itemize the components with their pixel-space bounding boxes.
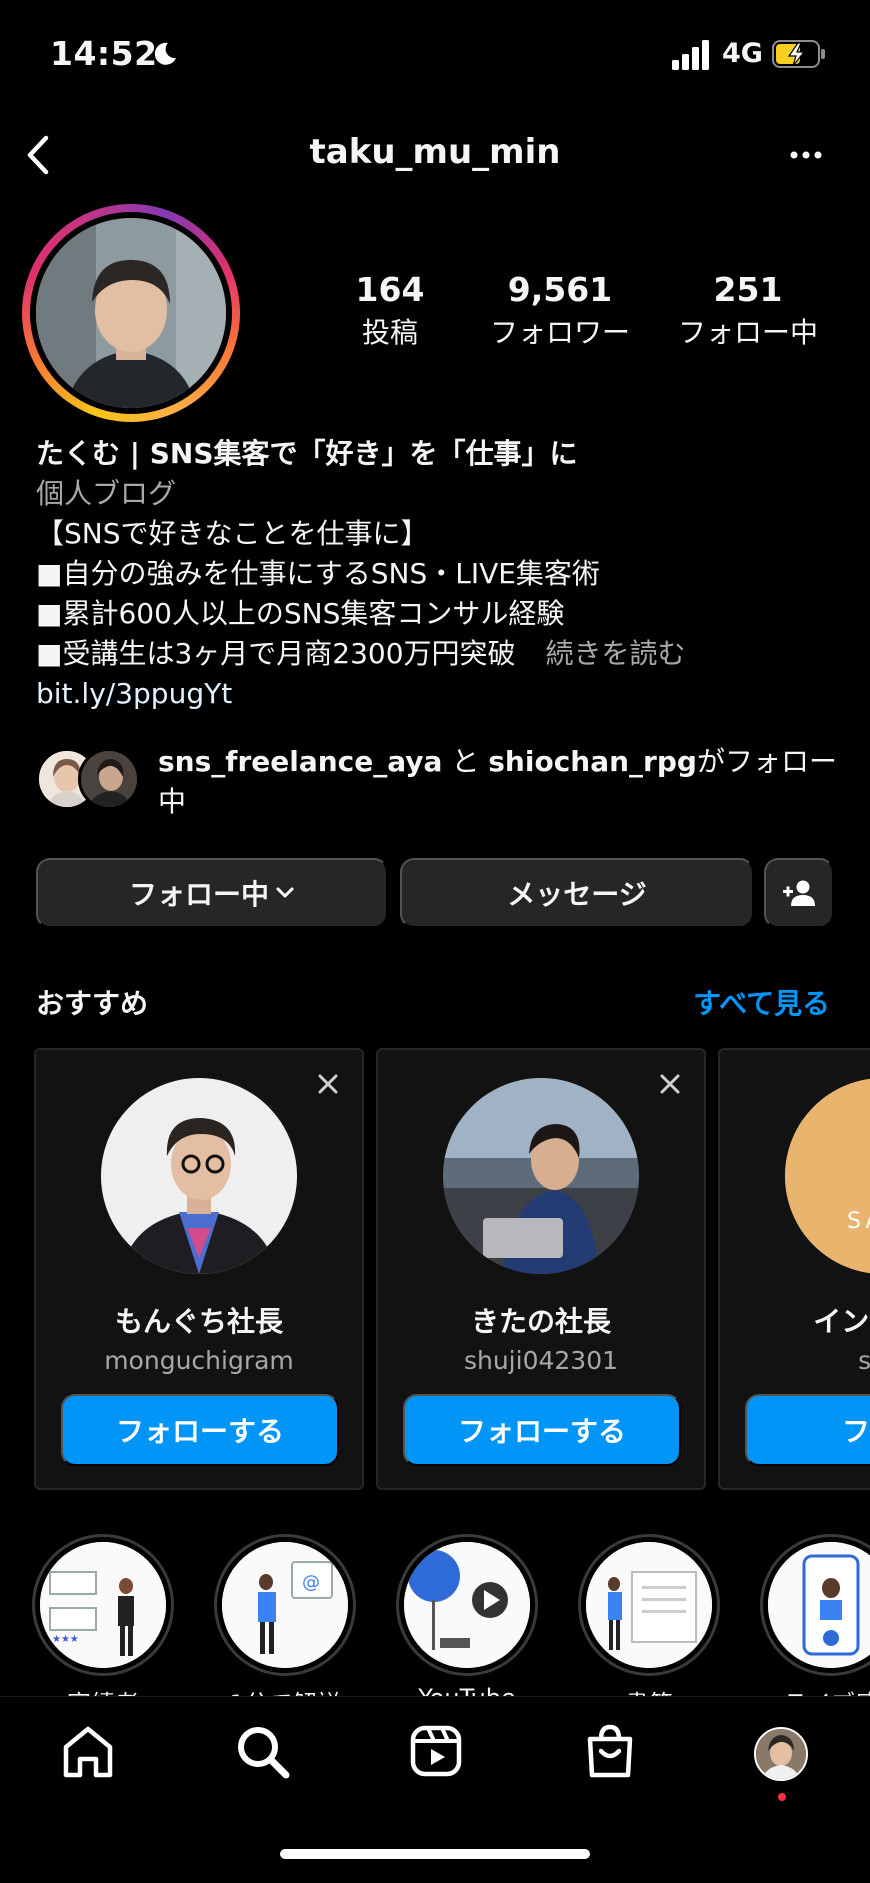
suggestion-handle: monguchigram xyxy=(104,1346,294,1375)
following-button-label: フォロー中 xyxy=(128,878,269,911)
story-highlights: ★★★ 実績者 @ 1分で解説 YouTube xyxy=(30,1534,870,1696)
search-icon[interactable] xyxy=(232,1721,292,1781)
mutual-connector: と xyxy=(451,745,480,778)
highlight-label: 実績者 xyxy=(30,1684,194,1696)
highlight-item[interactable]: @ 1分で解説 xyxy=(214,1534,356,1696)
profile-avatar xyxy=(36,218,226,408)
svg-text:★★★: ★★★ xyxy=(52,1634,79,1645)
follow-button[interactable]: フォローする xyxy=(403,1394,681,1466)
highlight-label: 書籍 xyxy=(558,1684,740,1696)
stat-posts-label: 投稿 xyxy=(361,316,418,349)
profile-bio: たくむ | SNS集客で「好き」を「仕事」に 個人ブログ 【SNSで好きなことを… xyxy=(36,434,846,714)
moon-icon xyxy=(154,42,176,65)
profile-actions: フォロー中 メッセージ xyxy=(36,858,834,928)
highlight-label: ライブ感 xyxy=(740,1684,870,1696)
shop-icon[interactable] xyxy=(580,1721,640,1781)
suggest-users-button[interactable] xyxy=(764,858,834,928)
stat-following[interactable]: 251 フォロー中 xyxy=(668,270,828,351)
mutual-followers[interactable]: sns_freelance_aya と shiochan_rpgがフォロー中 xyxy=(36,742,846,822)
highlight-item[interactable]: 書籍 xyxy=(578,1534,720,1696)
follow-button[interactable]: フォロ xyxy=(745,1394,870,1466)
bio-line: ■自分の強みを仕事にするSNS・LIVE集客術 xyxy=(36,557,600,590)
bio-line: ■累計600人以上のSNS集客コンサル経験 xyxy=(36,597,565,630)
bio-category: 個人ブログ xyxy=(36,477,177,510)
suggestions-title: おすすめ xyxy=(36,987,149,1020)
bottom-tab-bar xyxy=(0,1696,870,1883)
home-icon[interactable] xyxy=(58,1721,118,1781)
stat-posts[interactable]: 164 投稿 xyxy=(340,270,440,351)
suggestion-avatar xyxy=(101,1078,297,1274)
bio-display-name: たくむ | SNS集客で「好き」を「仕事」に xyxy=(36,437,578,470)
suggestion-card[interactable]: もんぐち社長 monguchigram フォローする xyxy=(34,1048,364,1490)
highlight-label: 1分で解説 xyxy=(194,1684,376,1696)
battery-charging-icon xyxy=(772,40,825,68)
suggestion-name: インスタ運 xyxy=(813,1305,870,1338)
status-bar: 14:52 4G xyxy=(0,0,870,110)
story-ring[interactable] xyxy=(22,204,240,422)
chevron-down-icon xyxy=(276,887,294,898)
avatar-text: SAKI xyxy=(847,1209,870,1234)
suggestion-handle: shuji042301 xyxy=(463,1346,619,1375)
profile-stats: 164 投稿 9,561 フォロワー 251 フォロー中 xyxy=(340,270,840,360)
suggestion-avatar xyxy=(443,1078,639,1274)
svg-text:@: @ xyxy=(302,1572,320,1593)
bio-line: 【SNSで好きなことを仕事に】 xyxy=(36,517,429,550)
highlight-item[interactable]: ライブ感 xyxy=(760,1534,870,1696)
mutual-user-1[interactable]: sns_freelance_aya xyxy=(158,745,442,778)
profile-header: taku_mu_min xyxy=(0,120,870,190)
reels-icon[interactable] xyxy=(406,1721,466,1781)
bio-link[interactable]: bit.ly/3ppugYt xyxy=(36,674,846,714)
highlight-label: YouTube xyxy=(376,1684,558,1696)
bio-read-more[interactable]: 続きを読む xyxy=(546,637,686,670)
suggestion-name: きたの社長 xyxy=(470,1305,611,1338)
more-options-icon[interactable] xyxy=(786,140,826,170)
stat-posts-count: 164 xyxy=(355,270,425,309)
message-button[interactable]: メッセージ xyxy=(400,858,754,928)
stat-following-label: フォロー中 xyxy=(677,316,818,349)
network-label: 4G xyxy=(722,38,763,69)
suggestion-card[interactable]: きたの社長 shuji042301 フォローする xyxy=(376,1048,706,1490)
suggestion-card[interactable]: SAKI インスタ運 saki フォロ xyxy=(718,1048,870,1490)
stat-following-count: 251 xyxy=(713,270,783,309)
home-indicator xyxy=(280,1849,590,1859)
suggestion-avatar: SAKI xyxy=(785,1078,870,1274)
highlight-item[interactable]: ★★★ 実績者 xyxy=(32,1534,174,1696)
following-button[interactable]: フォロー中 xyxy=(36,858,388,928)
mutual-followers-text: sns_freelance_aya と shiochan_rpgがフォロー中 xyxy=(158,742,858,822)
stat-followers-count: 9,561 xyxy=(507,270,613,309)
suggestion-name: もんぐち社長 xyxy=(114,1305,283,1338)
see-all-link[interactable]: すべて見る xyxy=(693,982,830,1022)
highlight-cover xyxy=(586,1542,712,1668)
mutual-avatar xyxy=(78,748,140,810)
follow-button[interactable]: フォローする xyxy=(61,1394,339,1466)
add-user-icon xyxy=(783,880,815,906)
highlight-cover: @ xyxy=(222,1542,348,1668)
highlight-cover xyxy=(404,1542,530,1668)
profile-tab-avatar[interactable] xyxy=(754,1727,808,1781)
bio-line-text: ■受講生は3ヶ月で月商2300万円突破 xyxy=(36,637,516,670)
notification-dot xyxy=(778,1793,786,1801)
highlight-cover: ★★★ xyxy=(40,1542,166,1668)
suggestion-handle: saki xyxy=(858,1346,870,1375)
highlight-item[interactable]: YouTube xyxy=(396,1534,538,1696)
profile-username: taku_mu_min xyxy=(309,132,561,172)
close-icon[interactable] xyxy=(658,1072,682,1096)
status-time: 14:52 xyxy=(50,34,158,73)
mutual-user-2[interactable]: shiochan_rpg xyxy=(488,745,697,778)
stat-followers-label: フォロワー xyxy=(489,316,630,349)
bio-line-last: ■受講生は3ヶ月で月商2300万円突破 続きを読む xyxy=(36,634,846,674)
suggestion-cards: もんぐち社長 monguchigram フォローする きたの社長 shuji04… xyxy=(34,1048,870,1490)
suggestions-header: おすすめ すべて見る xyxy=(36,982,834,1026)
stat-followers[interactable]: 9,561 フォロワー xyxy=(480,270,640,351)
signal-icon xyxy=(672,40,709,70)
close-icon[interactable] xyxy=(316,1072,340,1096)
